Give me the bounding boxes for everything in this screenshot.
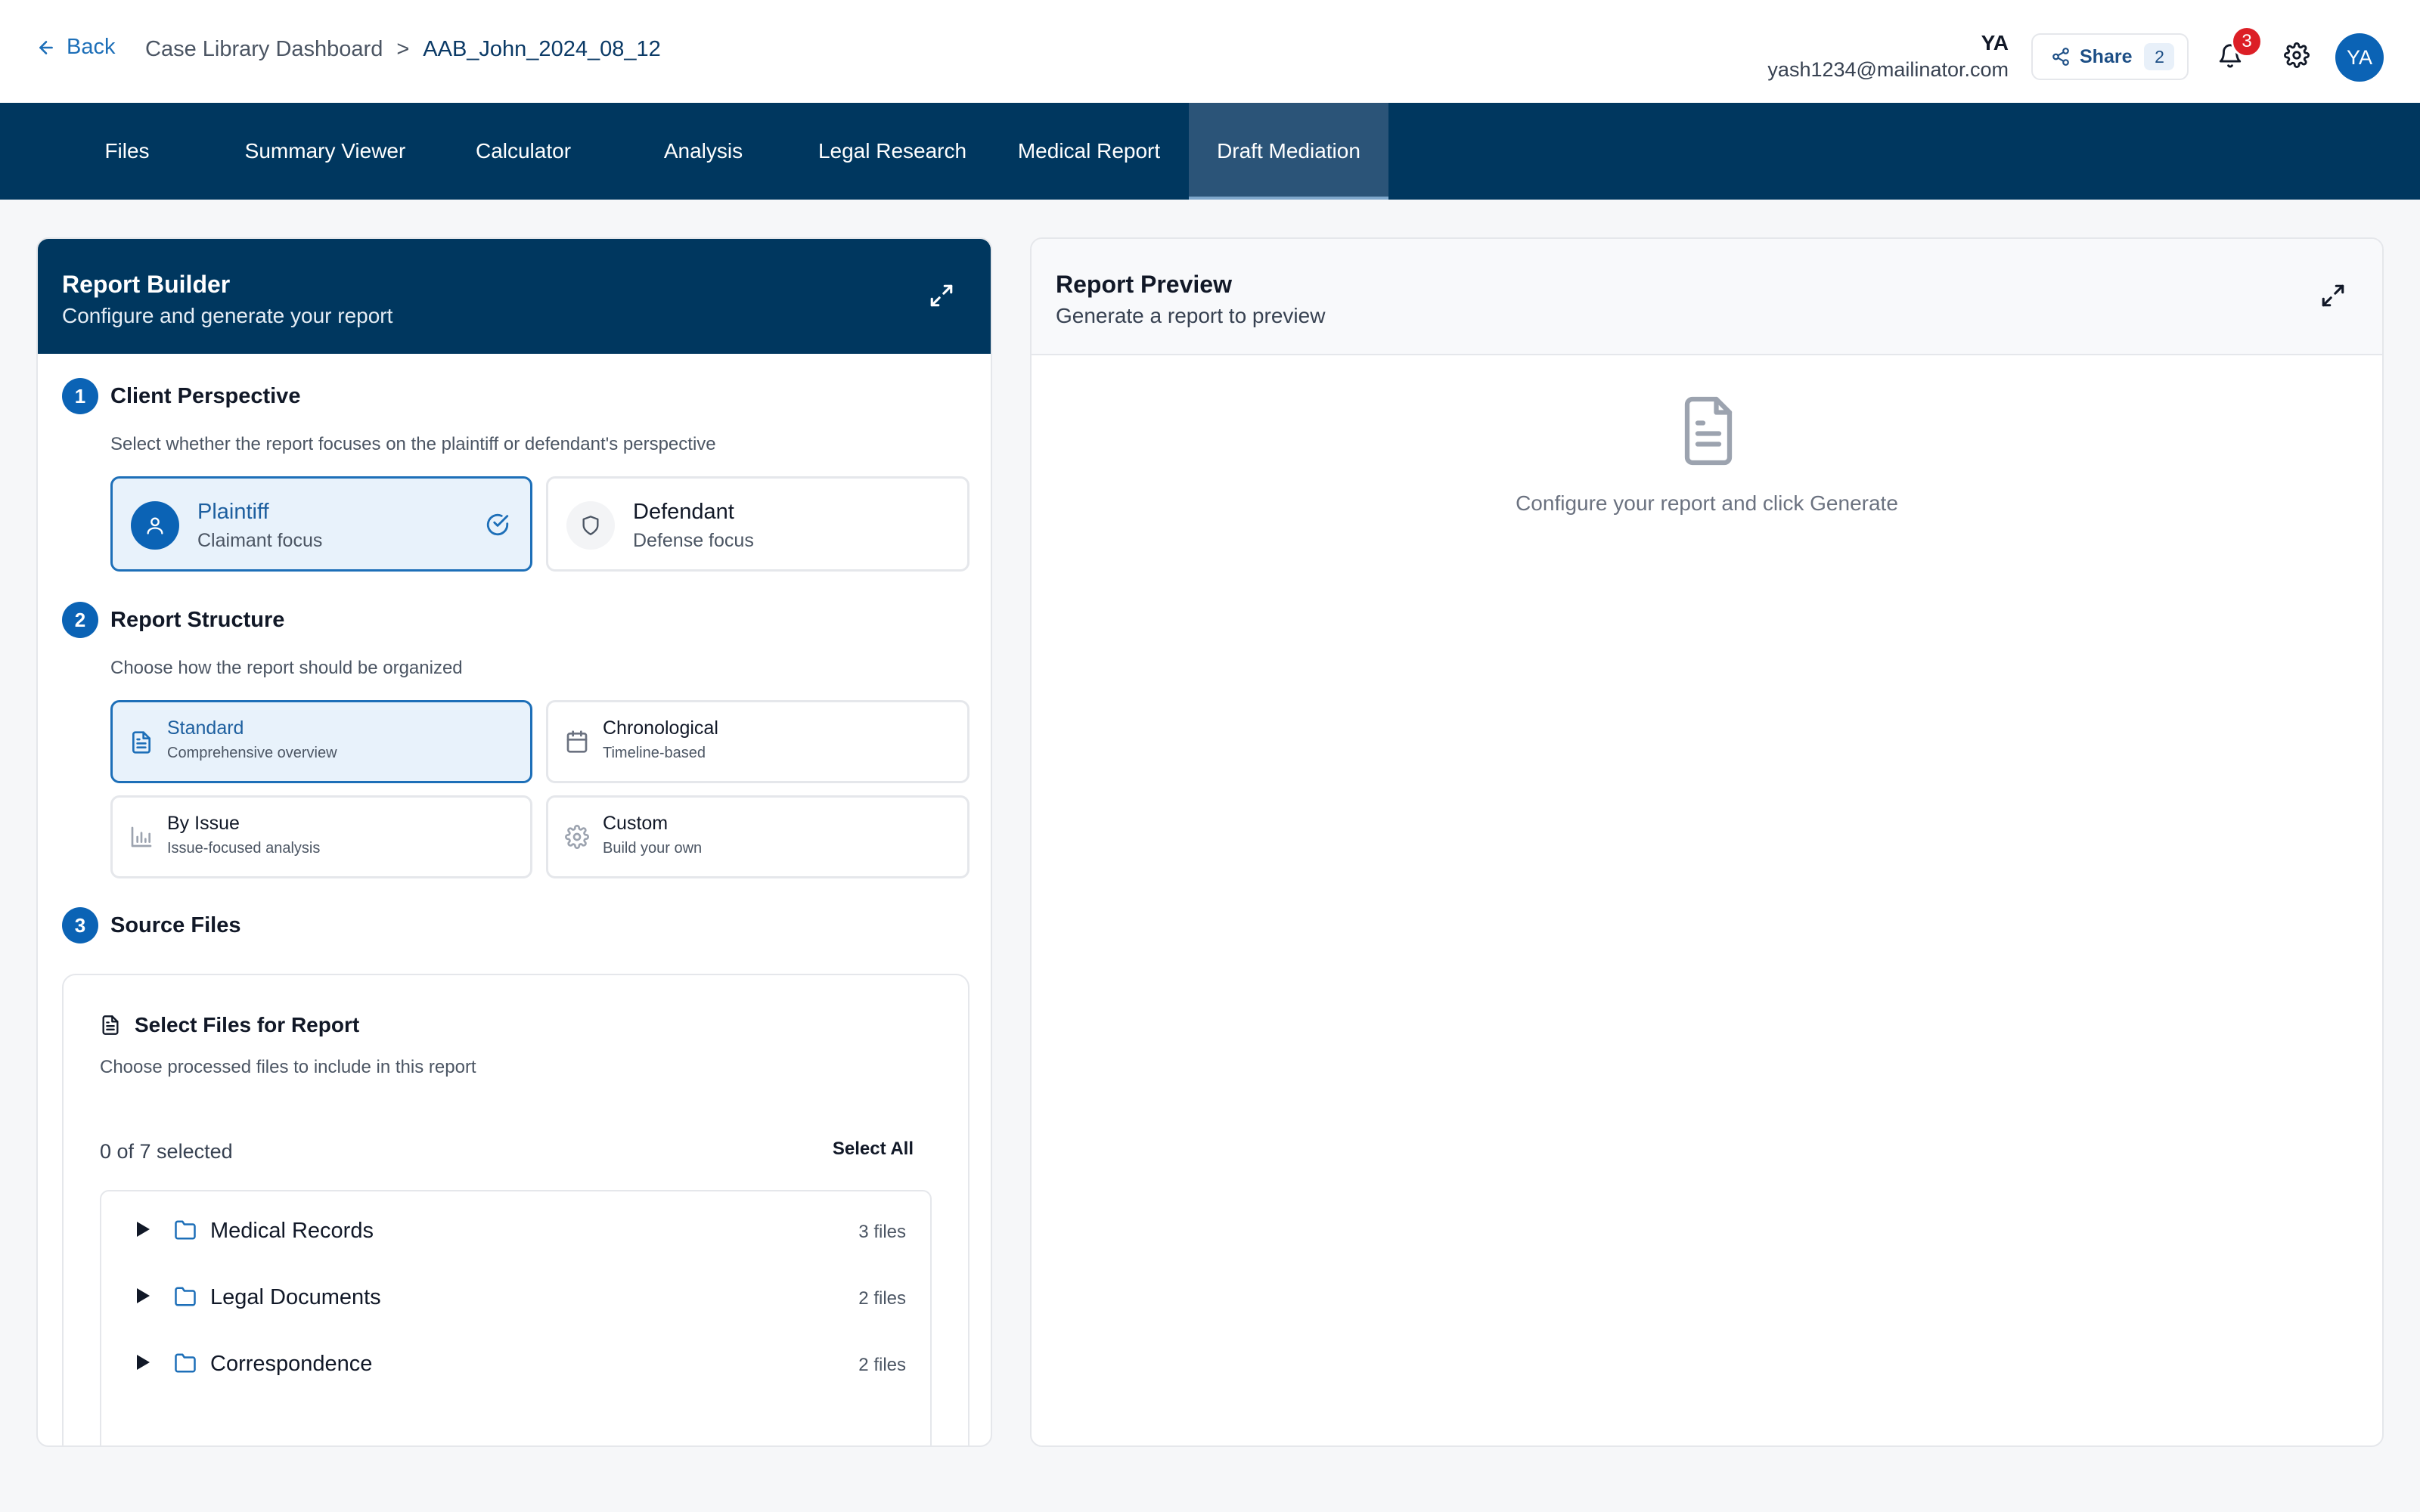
breadcrumb-parent[interactable]: Case Library Dashboard <box>145 37 383 62</box>
tab-legal-research[interactable]: Legal Research <box>806 103 979 200</box>
top-bar: Back Case Library Dashboard > AAB_John_2… <box>0 0 2420 103</box>
breadcrumb: Case Library Dashboard > AAB_John_2024_0… <box>145 37 661 62</box>
share-label: Share <box>2080 45 2133 67</box>
caret-right-icon[interactable] <box>135 1220 151 1238</box>
user-icon <box>131 501 179 550</box>
user-email: yash1234@mailinator.com <box>1767 58 2009 81</box>
select-all-button[interactable]: Select All <box>833 1139 914 1160</box>
tab-files[interactable]: Files <box>70 103 185 200</box>
report-preview-panel: Report Preview Generate a report to prev… <box>1030 237 2384 1447</box>
tab-analysis[interactable]: Analysis <box>644 103 762 200</box>
structure-custom-option[interactable]: Custom Build your own <box>546 795 970 878</box>
step-title: Client Perspective <box>110 383 301 408</box>
report-builder-panel: Report Builder Configure and generate yo… <box>36 237 992 1447</box>
share-count-badge: 2 <box>2144 43 2175 70</box>
option-title: Defendant <box>633 500 734 524</box>
report-builder-subtitle: Configure and generate your report <box>62 304 393 327</box>
folder-row-correspondence[interactable]: Correspondence 2 files <box>101 1331 930 1397</box>
option-title: Standard <box>167 717 244 739</box>
folder-row-legal-documents[interactable]: Legal Documents 2 files <box>101 1264 930 1331</box>
back-label: Back <box>67 35 116 59</box>
expand-icon[interactable] <box>2320 283 2346 308</box>
arrow-left-icon <box>36 38 56 57</box>
breadcrumb-separator: > <box>396 37 410 61</box>
tab-draft-mediation[interactable]: Draft Mediation <box>1189 103 1388 200</box>
main-nav: Files Summary Viewer Calculator Analysis… <box>0 103 2420 200</box>
report-builder-header: Report Builder Configure and generate yo… <box>38 239 991 354</box>
folder-name: Correspondence <box>210 1352 373 1376</box>
option-subtitle: Issue-focused analysis <box>167 840 321 857</box>
share-icon <box>2051 47 2071 67</box>
select-files-heading: Select Files for Report <box>100 1013 359 1037</box>
user-info: YA yash1234@mailinator.com <box>1767 30 2009 83</box>
breadcrumb-current: AAB_John_2024_08_12 <box>423 37 661 61</box>
option-subtitle: Comprehensive overview <box>167 745 337 761</box>
step-source-files: 3 Source Files <box>62 907 240 943</box>
selected-count: 0 of 7 selected <box>100 1140 233 1163</box>
folder-file-count: 2 files <box>858 1288 906 1309</box>
option-subtitle: Defense focus <box>633 530 754 551</box>
structure-by-issue-option[interactable]: By Issue Issue-focused analysis <box>110 795 532 878</box>
calendar-icon <box>565 730 589 754</box>
select-files-description: Choose processed files to include in thi… <box>100 1057 476 1077</box>
tab-calculator[interactable]: Calculator <box>460 103 587 200</box>
step-description: Select whether the report focuses on the… <box>110 434 716 454</box>
back-button[interactable]: Back <box>36 35 115 60</box>
option-subtitle: Build your own <box>603 840 703 857</box>
option-title: By Issue <box>167 813 240 834</box>
folder-file-count: 3 files <box>858 1222 906 1242</box>
user-initials: YA <box>1981 31 2009 54</box>
file-text-icon <box>100 1014 121 1036</box>
step-number: 2 <box>62 602 98 638</box>
report-preview-header: Report Preview Generate a report to prev… <box>1032 239 2382 355</box>
caret-right-icon[interactable] <box>135 1353 151 1371</box>
document-icon <box>129 730 154 755</box>
share-button[interactable]: Share 2 <box>2031 33 2189 80</box>
step-number: 1 <box>62 378 98 414</box>
step-number: 3 <box>62 907 98 943</box>
folder-name: Legal Documents <box>210 1285 381 1309</box>
document-placeholder-icon <box>1677 393 1740 469</box>
folder-icon <box>172 1219 198 1241</box>
empty-state-message: Configure your report and click Generate <box>1516 491 1898 515</box>
select-files-title: Select Files for Report <box>135 1013 360 1036</box>
folder-file-count: 2 files <box>858 1355 906 1375</box>
option-title: Plaintiff <box>197 500 269 524</box>
option-subtitle: Timeline-based <box>603 745 706 761</box>
folder-name: Medical Records <box>210 1219 374 1243</box>
step-report-structure: 2 Report Structure <box>62 602 284 638</box>
settings-gear-icon[interactable] <box>2284 42 2310 68</box>
shield-icon <box>566 501 615 550</box>
caret-right-icon[interactable] <box>135 1287 151 1305</box>
report-preview-title: Report Preview <box>1056 271 1232 298</box>
check-circle-icon <box>485 512 510 538</box>
step-title: Source Files <box>110 912 241 937</box>
report-builder-title: Report Builder <box>62 271 231 298</box>
bar-chart-icon <box>129 825 154 849</box>
tab-medical-report[interactable]: Medical Report <box>1006 103 1172 200</box>
step-description: Choose how the report should be organize… <box>110 658 463 678</box>
gear-icon <box>565 825 589 849</box>
option-subtitle: Claimant focus <box>197 530 323 551</box>
folder-icon <box>172 1352 198 1374</box>
avatar[interactable]: YA <box>2335 33 2384 82</box>
structure-standard-option[interactable]: Standard Comprehensive overview <box>110 700 532 783</box>
option-title: Custom <box>603 813 669 834</box>
expand-icon[interactable] <box>929 283 954 308</box>
option-title: Chronological <box>603 717 718 739</box>
plaintiff-option[interactable]: Plaintiff Claimant focus <box>110 476 532 572</box>
report-preview-subtitle: Generate a report to preview <box>1056 304 1326 327</box>
step-title: Report Structure <box>110 607 285 632</box>
structure-chronological-option[interactable]: Chronological Timeline-based <box>546 700 970 783</box>
tab-summary-viewer[interactable]: Summary Viewer <box>227 103 424 200</box>
file-tree: Medical Records 3 files Legal Documents … <box>100 1190 932 1445</box>
notification-count-badge: 3 <box>2231 26 2263 57</box>
folder-row-medical-records[interactable]: Medical Records 3 files <box>101 1198 930 1264</box>
defendant-option[interactable]: Defendant Defense focus <box>546 476 970 572</box>
select-files-card: Select Files for Report Choose processed… <box>62 974 970 1445</box>
folder-icon <box>172 1285 198 1308</box>
step-client-perspective: 1 Client Perspective <box>62 378 300 414</box>
